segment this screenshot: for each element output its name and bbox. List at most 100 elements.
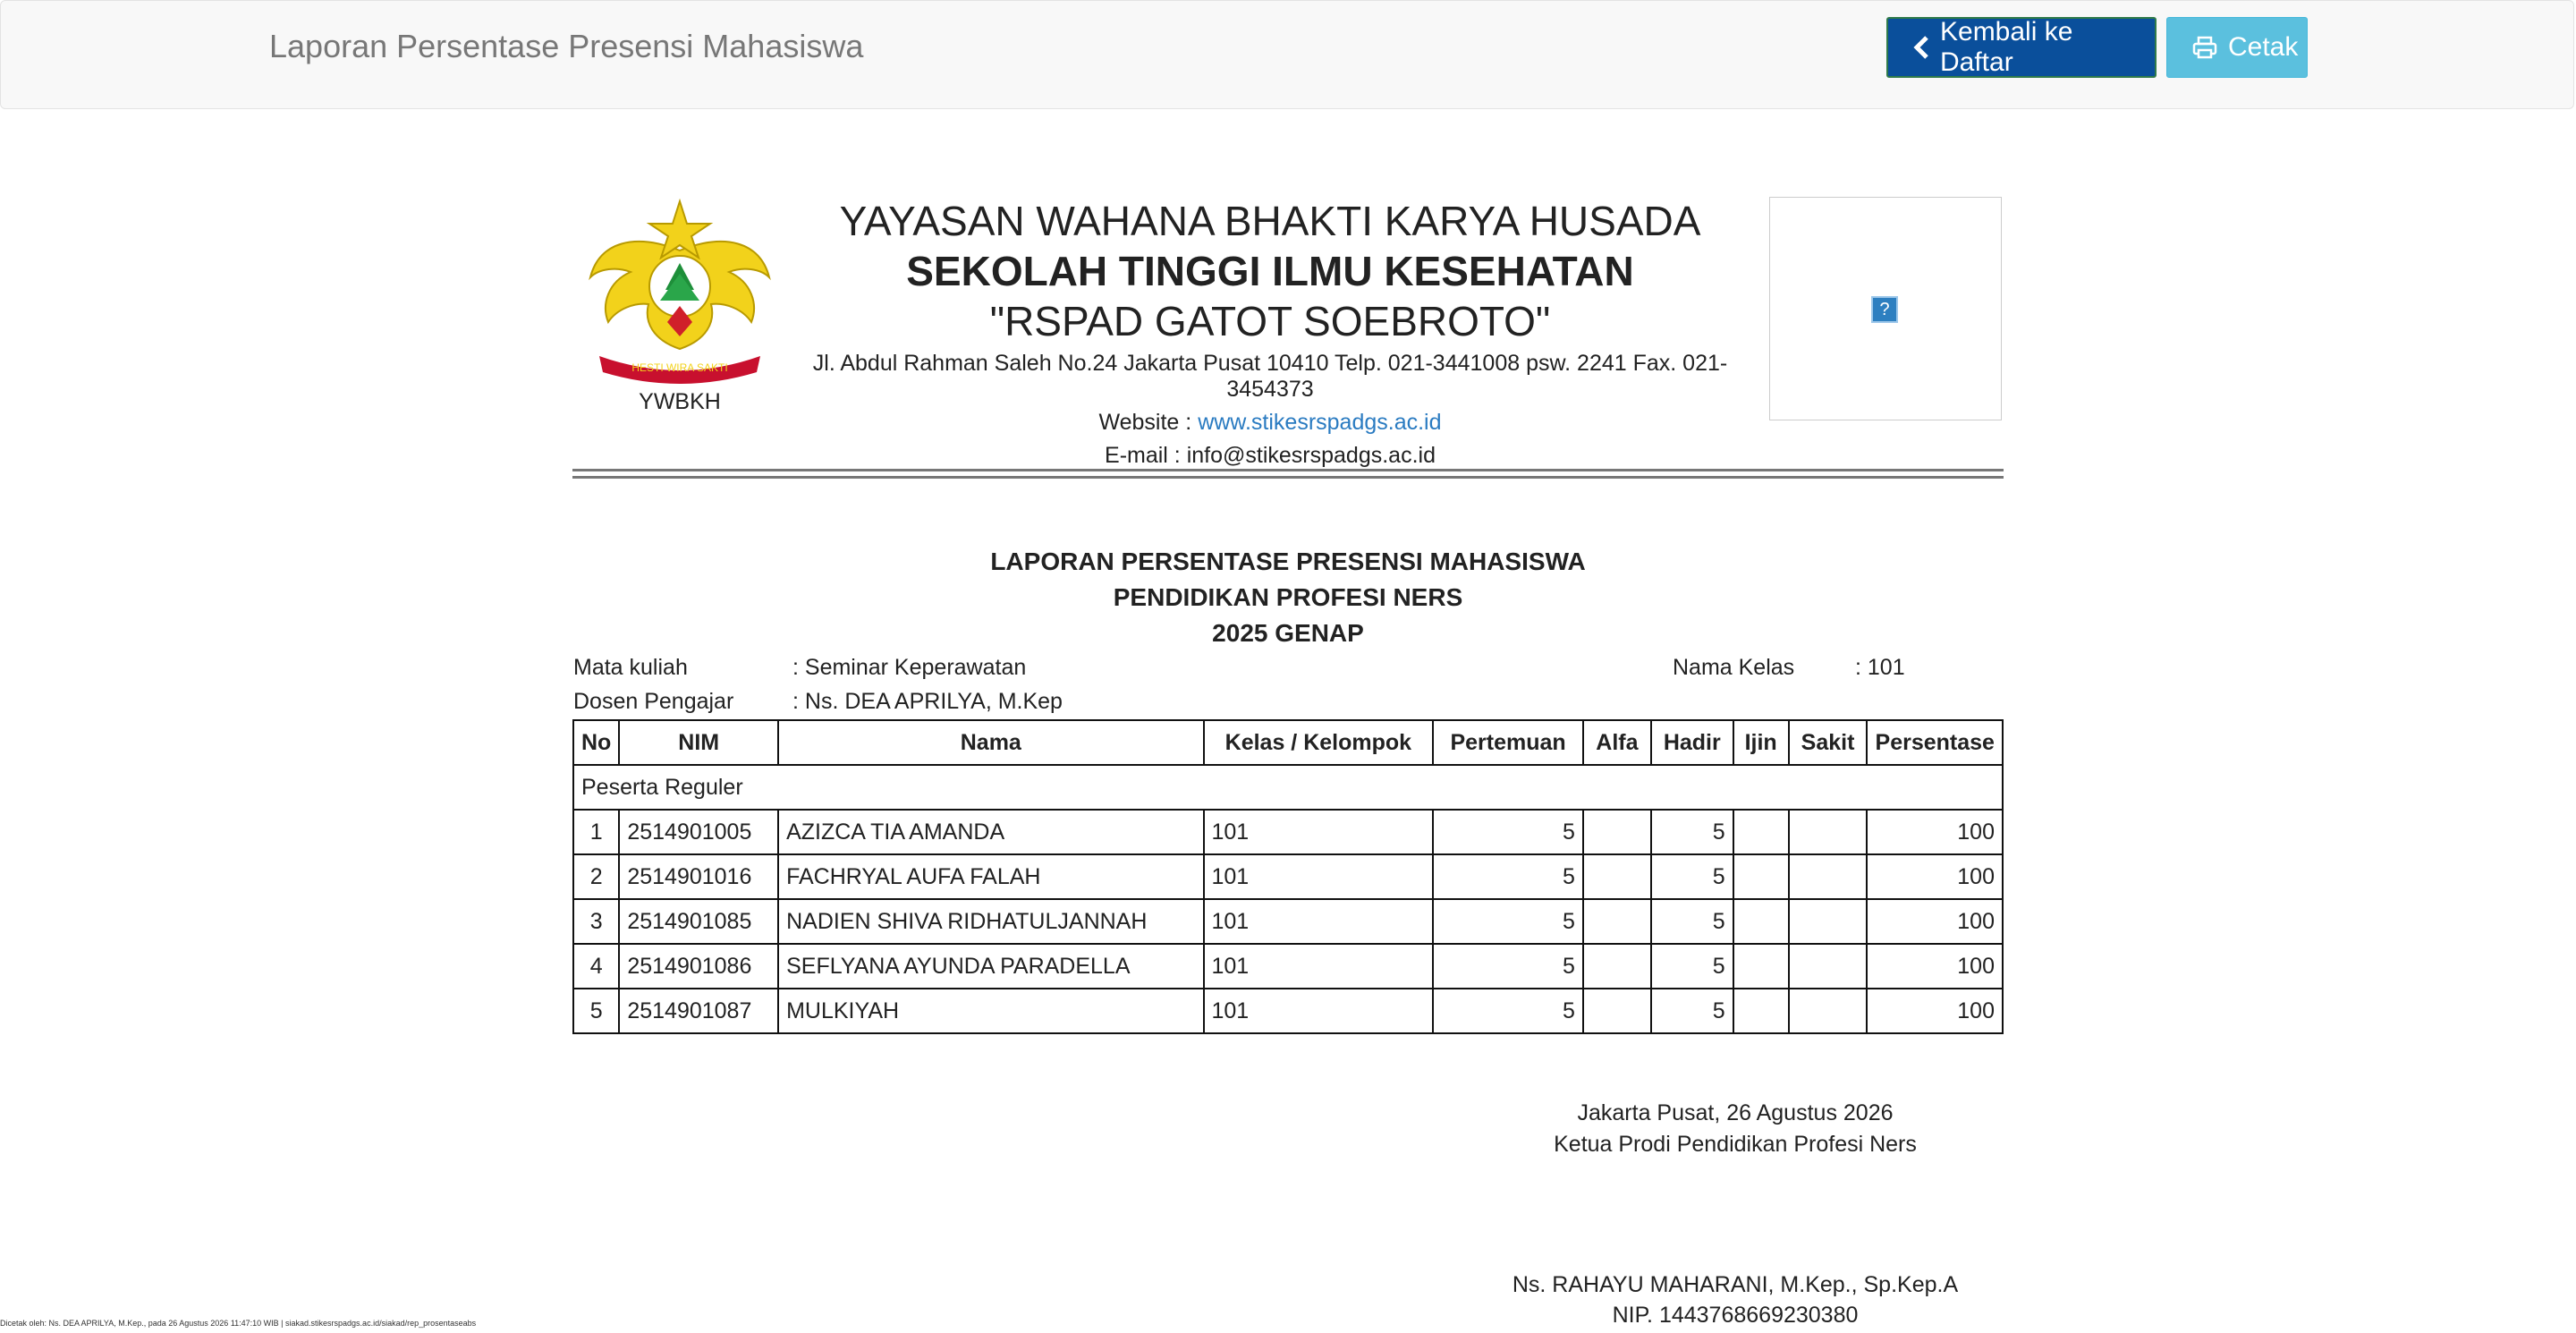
website-line: Website : www.stikesrspadgs.ac.id [787,410,1753,436]
table-header-row: No NIM Nama Kelas / Kelompok Pertemuan A… [572,719,2004,766]
signature-place-date: Jakarta Pusat, 26 Agustus 2026 [1577,1100,1894,1125]
cell-ijin [1732,809,1790,855]
table-row: 5 2514901087 MULKIYAH 101 5 5 100 [572,988,2004,1034]
cell-hadir: 5 [1649,943,1734,989]
letterhead: HESTI WIRA SAKTI YWBKH YAYASAN WAHANA BH… [572,188,2004,483]
cell-pertemuan: 5 [1432,853,1584,900]
print-label: Cetak [2228,32,2299,62]
photo-frame: ? [1769,197,2002,420]
cell-kelas: 101 [1202,988,1435,1034]
report-title: LAPORAN PERSENTASE PRESENSI MAHASISWA [990,548,1586,575]
email-line: E-mail : info@stikesrspadgs.ac.id [1105,443,1436,468]
cell-no: 1 [572,809,621,855]
institution-logo-emblem: HESTI WIRA SAKTI [589,198,771,384]
cell-pertemuan: 5 [1432,809,1584,855]
website-link[interactable]: www.stikesrspadgs.ac.id [1198,410,1441,435]
report-program: PENDIDIKAN PROFESI NERS [1113,583,1463,611]
col-header-nim: NIM [618,719,780,766]
foundation-name: YAYASAN WAHANA BHAKTI KARYA HUSADA [839,198,1701,244]
school-name: SEKOLAH TINGGI ILMU KESEHATAN [906,248,1634,294]
cell-sakit [1787,809,1868,855]
class-label: Nama Kelas [1673,655,1795,680]
top-navbar: Laporan Persentase Presensi Mahasiswa Ke… [0,0,2574,109]
col-header-persentase: Persentase [1866,719,2004,766]
cell-nim: 2514901087 [618,988,780,1034]
address: Jl. Abdul Rahman Saleh No.24 Jakarta Pus… [812,351,1728,402]
cell-kelas: 101 [1202,898,1435,945]
class-value: : 101 [1855,655,1905,680]
table-row: 1 2514901005 AZIZCA TIA AMANDA 101 5 5 1… [572,809,2004,855]
cell-sakit [1787,988,1868,1034]
attendance-table: No NIM Nama Kelas / Kelompok Pertemuan A… [572,719,2004,1034]
col-header-sakit: Sakit [1787,719,1868,766]
cell-persentase: 100 [1866,809,2004,855]
cell-nim: 2514901086 [618,943,780,989]
print-button[interactable]: Cetak [2166,17,2308,78]
cell-nama: AZIZCA TIA AMANDA [777,809,1205,855]
cell-hadir: 5 [1649,898,1734,945]
website-label: Website : [1098,410,1199,435]
institution-block: YAYASAN WAHANA BHAKTI KARYA HUSADA SEKOL… [787,188,1753,469]
lecturer-value: : Ns. DEA APRILYA, M.Kep [792,689,1063,714]
cell-alfa [1581,853,1652,900]
cell-no: 4 [572,943,621,989]
logo-caption: YWBKH [639,389,721,414]
print-footer-note: Dicetak oleh: Ns. DEA APRILYA, M.Kep., p… [0,1319,477,1328]
group-label: Peserta Reguler [572,764,2004,811]
cell-nim: 2514901085 [618,898,780,945]
cell-pertemuan: 5 [1432,988,1584,1034]
printer-icon [2192,36,2217,59]
cell-hadir: 5 [1649,988,1734,1034]
course-label: Mata kuliah [573,655,688,680]
cell-hadir: 5 [1649,853,1734,900]
col-header-alfa: Alfa [1581,719,1652,766]
cell-alfa [1581,988,1652,1034]
cell-sakit [1787,898,1868,945]
cell-alfa [1581,943,1652,989]
cell-nama: NADIEN SHIVA RIDHATULJANNAH [777,898,1205,945]
cell-persentase: 100 [1866,853,2004,900]
back-to-list-button[interactable]: Kembali ke Daftar [1886,17,2157,78]
col-header-ijin: Ijin [1732,719,1790,766]
cell-kelas: 101 [1202,943,1435,989]
cell-no: 2 [572,853,621,900]
logo-ribbon-text: HESTI WIRA SAKTI [631,361,727,374]
page-title: Laporan Persentase Presensi Mahasiswa [269,28,864,64]
school-subname: "RSPAD GATOT SOEBROTO" [989,298,1551,344]
cell-nama: FACHRYAL AUFA FALAH [777,853,1205,900]
cell-nama: MULKIYAH [777,988,1205,1034]
header-divider-top [572,469,2004,471]
cell-ijin [1732,853,1790,900]
signature-name: Ns. RAHAYU MAHARANI, M.Kep., Sp.Kep.A [1512,1272,1959,1297]
cell-pertemuan: 5 [1432,943,1584,989]
broken-image-icon: ? [1871,296,1898,323]
cell-pertemuan: 5 [1432,898,1584,945]
cell-persentase: 100 [1866,898,2004,945]
cell-kelas: 101 [1202,809,1435,855]
table-row: 3 2514901085 NADIEN SHIVA RIDHATULJANNAH… [572,898,2004,945]
cell-hadir: 5 [1649,809,1734,855]
cell-kelas: 101 [1202,853,1435,900]
cell-persentase: 100 [1866,988,2004,1034]
table-row: 4 2514901086 SEFLYANA AYUNDA PARADELLA 1… [572,943,2004,989]
report-period: 2025 GENAP [1212,619,1364,647]
lecturer-label: Dosen Pengajar [573,689,734,714]
cell-sakit [1787,853,1868,900]
back-to-list-label: Kembali ke Daftar [1940,17,2073,77]
col-header-nama: Nama [777,719,1205,766]
cell-no: 5 [572,988,621,1034]
cell-no: 3 [572,898,621,945]
cell-nim: 2514901016 [618,853,780,900]
cell-sakit [1787,943,1868,989]
group-row: Peserta Reguler [572,764,2004,811]
cell-alfa [1581,809,1652,855]
col-header-hadir: Hadir [1649,719,1734,766]
signature-nip: NIP. 1443768669230380 [1612,1303,1859,1328]
course-value: : Seminar Keperawatan [792,655,1027,680]
chevron-left-icon [1913,36,1928,59]
signature-role: Ketua Prodi Pendidikan Profesi Ners [1554,1132,1917,1157]
header-divider-bottom [572,476,2004,479]
cell-nim: 2514901005 [618,809,780,855]
col-header-no: No [572,719,621,766]
col-header-kelas: Kelas / Kelompok [1202,719,1435,766]
